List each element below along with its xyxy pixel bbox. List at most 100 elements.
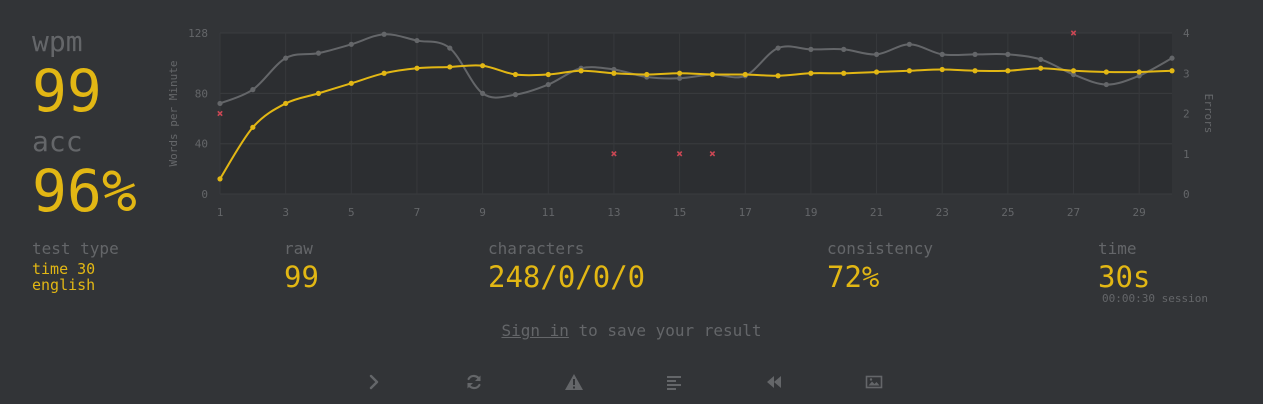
series-point-raw: [283, 55, 289, 61]
y2-tick-label: 3: [1183, 67, 1190, 80]
x-tick-label: 25: [1001, 206, 1014, 219]
align-left-icon: [667, 376, 681, 390]
series-point-wpm: [709, 71, 716, 78]
x-tick-label: 23: [936, 206, 949, 219]
raw-value: 99: [284, 260, 319, 294]
series-point-wpm: [250, 124, 256, 130]
series-point-wpm: [283, 100, 289, 107]
wpm-chart: 0 40 80 128 1 3 5 7 9 11 13 15 17 19 21 23 25 27 29 0 1 2 3 4 Wo…: [160, 22, 1220, 222]
report-question-button[interactable]: [559, 368, 589, 396]
wpm-value: 99: [32, 57, 102, 125]
word-history-button[interactable]: [659, 368, 689, 396]
characters-label: characters: [488, 239, 585, 258]
next-test-button[interactable]: [359, 368, 389, 396]
time-label: time: [1098, 239, 1137, 258]
series-point-wpm: [512, 71, 519, 78]
y2-tick-label: 1: [1183, 148, 1190, 161]
y2-tick-label: 4: [1183, 27, 1190, 40]
series-point-raw: [676, 75, 683, 81]
acc-value: 96%: [32, 157, 137, 225]
series-point-wpm: [775, 73, 781, 79]
series-point-raw: [1038, 56, 1044, 63]
series-point-raw: [480, 90, 486, 96]
image-icon: [865, 375, 883, 389]
series-point-wpm: [841, 70, 847, 76]
series-point-raw: [250, 87, 256, 93]
series-point-raw: [808, 46, 814, 52]
x-tick-label: 19: [804, 206, 817, 219]
series-point-wpm: [742, 71, 748, 78]
signin-rest-text: to save your result: [568, 321, 762, 340]
series-point-raw: [545, 81, 551, 88]
x-tick-label: 3: [282, 206, 289, 219]
series-point-wpm: [217, 176, 223, 182]
time-session: 00:00:30 session: [1102, 292, 1208, 305]
time-value: 30s: [1098, 260, 1151, 294]
y-tick-label: 0: [201, 188, 208, 201]
series-point-wpm: [1070, 68, 1077, 74]
series-point-wpm: [939, 66, 945, 73]
x-tick-label: 15: [673, 206, 686, 219]
series-point-raw: [1103, 81, 1109, 88]
series-point-raw: [939, 51, 945, 57]
series-point-raw: [217, 100, 223, 107]
series-point-raw: [414, 37, 420, 44]
series-point-raw: [381, 31, 387, 37]
series-point-wpm: [644, 71, 650, 78]
series-point-wpm: [906, 68, 912, 74]
watch-replay-button[interactable]: [759, 368, 789, 396]
series-point-wpm: [808, 70, 814, 76]
consistency-value: 72%: [827, 260, 880, 294]
restart-test-button[interactable]: [459, 368, 489, 396]
x-tick-label: 9: [479, 206, 486, 219]
y-axis-label: Words per Minute: [167, 61, 180, 167]
series-point-wpm: [676, 70, 683, 76]
raw-label: raw: [284, 239, 313, 258]
series-point-raw: [906, 41, 912, 47]
y-tick-label: 128: [188, 27, 208, 40]
x-tick-label: 13: [607, 206, 620, 219]
series-point-wpm: [447, 64, 453, 70]
series-point-raw: [972, 51, 978, 57]
y2-tick-label: 2: [1183, 108, 1190, 121]
series-point-wpm: [578, 68, 584, 74]
signin-prompt: Sign in to save your result: [0, 321, 1263, 340]
warning-icon: [565, 374, 583, 390]
acc-label: acc: [32, 125, 83, 158]
x-tick-label: 1: [217, 206, 224, 219]
series-point-wpm: [611, 70, 617, 76]
result-actions: [0, 368, 1263, 396]
wpm-label: wpm: [32, 25, 83, 58]
series-point-wpm: [1103, 69, 1109, 75]
series-point-raw: [1169, 55, 1175, 61]
series-point-raw: [348, 41, 354, 47]
series-point-raw: [1005, 51, 1011, 57]
consistency-label: consistency: [827, 239, 933, 258]
test-type-label: test type: [32, 239, 119, 258]
series-point-raw: [775, 45, 781, 51]
y-tick-label: 80: [195, 87, 208, 100]
characters-value: 248/0/0/0: [488, 260, 646, 294]
series-point-wpm: [1169, 68, 1175, 74]
series-point-wpm: [480, 63, 486, 69]
refresh-icon: [467, 374, 481, 390]
series-point-wpm: [1005, 68, 1011, 74]
series-point-wpm: [381, 70, 387, 76]
sign-in-link[interactable]: Sign in: [501, 321, 568, 340]
series-point-wpm: [873, 69, 880, 75]
series-point-wpm: [972, 68, 978, 74]
test-type-mode: time 30: [32, 260, 96, 278]
series-point-raw: [447, 45, 453, 51]
x-tick-label: 11: [542, 206, 555, 219]
x-tick-label: 21: [870, 206, 883, 219]
series-point-wpm: [1136, 69, 1142, 75]
x-tick-label: 7: [414, 206, 421, 219]
series-point-raw: [873, 51, 880, 57]
series-point-wpm: [1038, 65, 1044, 71]
save-screenshot-button[interactable]: [859, 368, 889, 396]
x-tick-label: 29: [1133, 206, 1146, 219]
series-point-raw: [315, 50, 322, 56]
y2-tick-label: 0: [1183, 188, 1190, 201]
series-point-wpm: [414, 65, 420, 71]
y-tick-label: 40: [195, 138, 208, 151]
